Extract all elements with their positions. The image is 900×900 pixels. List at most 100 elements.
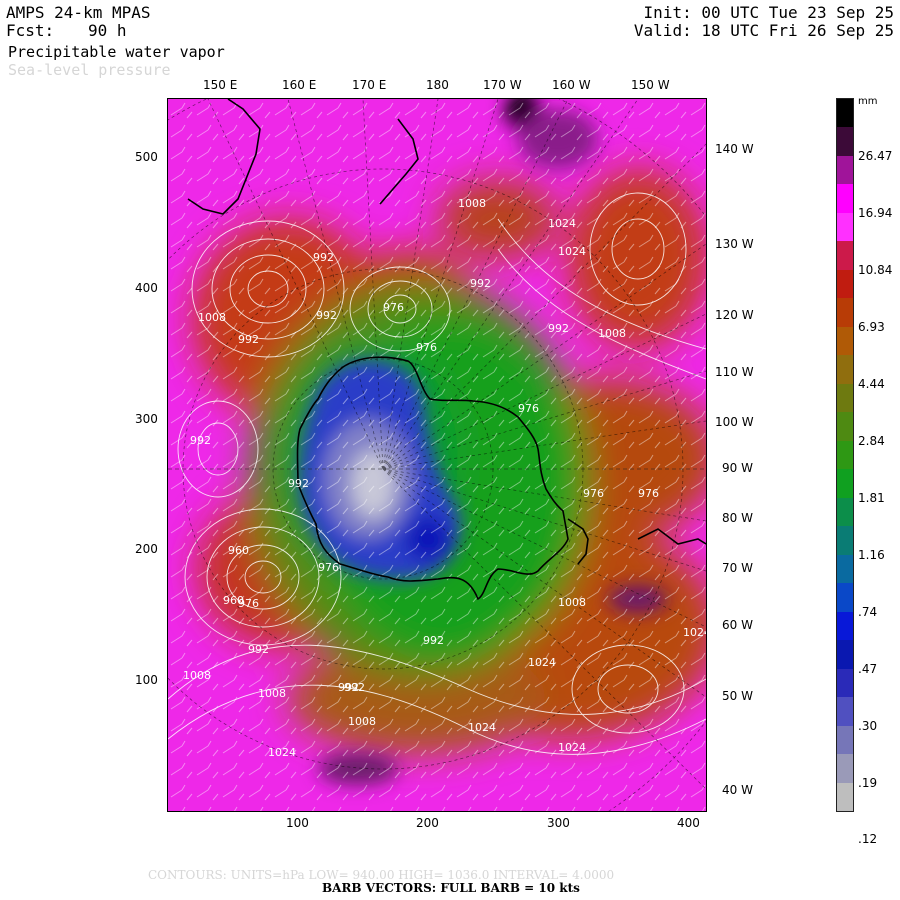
colorbar-segment — [837, 668, 853, 698]
contour-label: 1008 — [458, 197, 486, 210]
lon-label: 90 W — [722, 461, 753, 475]
colorbar-segment — [837, 640, 853, 670]
contour-label: 1024 — [528, 656, 556, 669]
contour-label: 992 — [248, 643, 269, 656]
y-tick-label: 500 — [135, 150, 158, 164]
colorbar-label: .19 — [858, 775, 878, 790]
contour-label: 1008 — [183, 669, 211, 682]
colorbar-label: 10.84 — [858, 262, 893, 277]
colorbar-segment — [837, 412, 853, 442]
colorbar-segment — [837, 212, 853, 242]
lon-label: 70 W — [722, 561, 753, 575]
colorbar-label: 1.16 — [858, 547, 885, 562]
y-tick-label: 100 — [135, 673, 158, 687]
contour-label: 992 — [548, 322, 569, 335]
lon-label: 170 W — [483, 78, 522, 92]
contour-label: 992 — [190, 434, 211, 447]
colorbar-label: 1.81 — [858, 490, 885, 505]
lon-label: 180 — [426, 78, 449, 92]
contour-label: 1024 — [558, 245, 586, 258]
colorbar-segment — [837, 298, 853, 328]
forecast-hour: 90 h — [88, 21, 127, 40]
colorbar-segment — [837, 754, 853, 783]
contour-label: 976 — [518, 402, 539, 415]
x-tick-label: 300 — [547, 816, 570, 830]
colorbar-segment — [837, 583, 853, 613]
lon-label: 40 W — [722, 783, 753, 797]
lon-label: 150 W — [631, 78, 670, 92]
colorbar-segment — [837, 383, 853, 413]
contour-label: 992 — [470, 277, 491, 290]
colorbar-label: .12 — [858, 832, 878, 847]
map-canvas: 1008 992 1024 1024 992 992 1008 976 1008 992 992 97… — [0, 58, 794, 880]
colorbar-label: 2.84 — [858, 433, 885, 448]
contour-label: 976 — [416, 341, 437, 354]
colorbar-segment — [837, 326, 853, 356]
contour-label: 976 — [638, 487, 659, 500]
colorbar-segment — [837, 469, 853, 499]
contour-label: 1024 — [468, 721, 496, 734]
contour-info: CONTOURS: UNITS=hPa LOW= 940.00 HIGH= 10… — [148, 868, 615, 882]
contour-label: 960 — [228, 544, 249, 557]
colorbar-segment — [837, 782, 853, 812]
contour-label: 992 — [238, 333, 259, 346]
colorbar-segment — [837, 554, 853, 584]
contour-label: 1008 — [598, 327, 626, 340]
valid-time: Valid: 18 UTC Fri 26 Sep 25 — [633, 21, 894, 40]
colorbar-segment — [837, 99, 853, 128]
contour-label: 1024 — [268, 746, 296, 759]
colorbar-segment — [837, 697, 853, 727]
contour-label: 992 — [288, 477, 309, 490]
colorbar-segment — [837, 269, 853, 299]
colorbar-segment — [837, 355, 853, 385]
lon-label: 80 W — [722, 511, 753, 525]
contour-label: 1008 — [348, 715, 376, 728]
y-tick-label: 300 — [135, 412, 158, 426]
lon-label: 160 E — [282, 78, 317, 92]
colorbar-segment — [837, 440, 853, 470]
colorbar — [836, 98, 854, 812]
colorbar-segment — [837, 184, 853, 214]
x-tick-label: 400 — [677, 816, 700, 830]
contour-label: 976 — [383, 301, 404, 314]
y-tick-label: 400 — [135, 281, 158, 295]
contour-label: 1024 — [558, 741, 586, 754]
contour-label: 976 — [238, 597, 259, 610]
wind-barbs — [168, 99, 706, 811]
contour-label: 976 — [583, 487, 604, 500]
x-tick-label: 200 — [416, 816, 439, 830]
colorbar-segment — [837, 497, 853, 527]
colorbar-label: 26.47 — [858, 148, 893, 163]
contour-label: 1008 — [258, 687, 286, 700]
colorbar-segment — [837, 526, 853, 556]
contour-label: 992 — [313, 251, 334, 264]
lon-label: 150 E — [203, 78, 238, 92]
forecast-label: Fcst: — [6, 21, 55, 40]
contour-label: 992 — [316, 309, 337, 322]
colorbar-label: .74 — [858, 604, 878, 619]
lon-label: 170 E — [352, 78, 387, 92]
colorbar-label: 4.44 — [858, 376, 885, 391]
weather-map: 1008 992 1024 1024 992 992 1008 976 1008 992 992 97… — [0, 58, 794, 880]
field-title-slp: Sea-level pressure — [8, 61, 171, 79]
colorbar-segment — [837, 155, 853, 185]
colorbar-unit: mm — [858, 96, 878, 107]
x-tick-label: 100 — [286, 816, 309, 830]
colorbar-segment — [837, 127, 853, 157]
lon-label: 50 W — [722, 689, 753, 703]
lon-label: 160 W — [552, 78, 591, 92]
colorbar-segment — [837, 725, 853, 755]
colorbar-segment — [837, 611, 853, 641]
model-title: AMPS 24-km MPAS — [6, 3, 151, 22]
lon-label: 130 W — [715, 237, 754, 251]
contour-label: 1024 — [683, 626, 706, 639]
contour-label: 1008 — [198, 311, 226, 324]
contour-label: 992 — [423, 634, 444, 647]
contour-label: 1008 — [558, 596, 586, 609]
y-tick-label: 200 — [135, 542, 158, 556]
lon-label: 60 W — [722, 618, 753, 632]
contour-label: 976 — [318, 561, 339, 574]
colorbar-label: 6.93 — [858, 319, 885, 334]
barb-info: BARB VECTORS: FULL BARB = 10 kts — [322, 881, 580, 895]
lon-label: 140 W — [715, 142, 754, 156]
